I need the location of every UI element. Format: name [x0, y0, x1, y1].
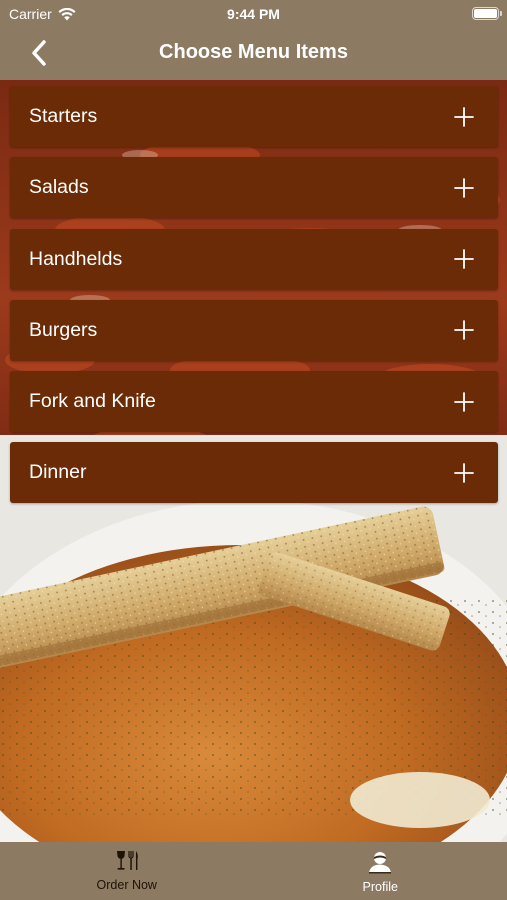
top-bar: Carrier 9:44 PM Choose Menu Items: [0, 0, 507, 80]
menu-category-label: Burgers: [29, 318, 98, 341]
person-icon: [369, 852, 392, 874]
menu-category-label: Handhelds: [29, 247, 123, 270]
status-bar: Carrier 9:44 PM: [0, 0, 507, 28]
menu-category-fork-and-knife[interactable]: Fork and Knife: [10, 371, 498, 433]
battery-icon: [472, 7, 502, 20]
plus-icon: [454, 106, 474, 127]
menu-category-label: Fork and Knife: [29, 390, 156, 413]
menu-category-handhelds[interactable]: Handhelds: [10, 228, 498, 290]
menu-category-dinner[interactable]: Dinner: [10, 442, 498, 504]
menu-category-label: Salads: [29, 176, 89, 199]
tab-label: Order Now: [96, 878, 157, 892]
bottom-tab-bar: Order Now Profile: [0, 842, 507, 900]
plus-icon: [454, 391, 474, 412]
plus-icon: [454, 177, 474, 198]
menu-category-list: Starters Salads Handhelds Burgers Fork a…: [10, 86, 498, 514]
menu-category-salads[interactable]: Salads: [10, 157, 498, 219]
menu-category-label: Dinner: [29, 461, 87, 484]
plus-icon: [454, 249, 474, 269]
navigation-bar: Choose Menu Items: [0, 28, 507, 78]
tab-profile[interactable]: Profile: [254, 842, 507, 900]
plus-icon: [454, 463, 474, 483]
fork-knife-wine-icon: [116, 851, 138, 870]
page-title: Choose Menu Items: [159, 41, 348, 63]
status-time: 9:44 PM: [227, 6, 280, 22]
menu-category-burgers[interactable]: Burgers: [10, 299, 498, 361]
menu-category-starters[interactable]: Starters: [10, 86, 498, 147]
tab-label: Profile: [362, 880, 398, 894]
plus-icon: [454, 320, 474, 341]
tab-order-now[interactable]: Order Now: [0, 842, 254, 900]
menu-category-label: Starters: [29, 105, 98, 127]
